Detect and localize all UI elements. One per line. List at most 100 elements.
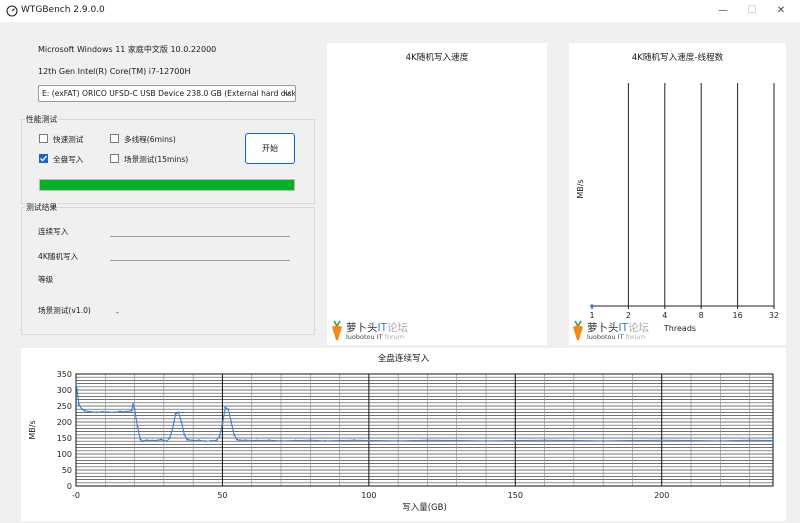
rand4k-label: 4K随机写入 — [38, 252, 79, 261]
fullwrite-data-point — [660, 439, 663, 442]
fullwrite-data-point — [514, 439, 517, 442]
threads-y-axis-label: MB/s — [576, 179, 585, 198]
scene-result-label: 场景测试(v1.0) — [38, 306, 91, 315]
scene-test-label: 场景测试(15mins) — [124, 155, 189, 164]
fullwrite-data-point — [221, 422, 224, 425]
fullwrite-data-point — [89, 410, 92, 413]
threads-x-axis-label: Threads — [663, 324, 696, 333]
fullwrite-data-point — [76, 392, 79, 395]
fullwrite-data-point — [139, 438, 142, 441]
seq-write-value — [110, 227, 290, 237]
cpu-info: 12th Gen Intel(R) Core(TM) i7-12700H — [38, 67, 191, 76]
fullwrite-data-point — [177, 411, 180, 414]
fullwrite-data-point — [80, 408, 83, 411]
close-button[interactable]: ✕ — [774, 4, 788, 18]
fullwrite-y-tick-label: 150 — [57, 434, 72, 443]
fullwrite-data-point — [130, 409, 133, 412]
fullwrite-data-point — [142, 440, 145, 443]
progress-bar — [39, 179, 295, 191]
fullwrite-y-tick-label: 250 — [57, 402, 72, 411]
carrot-icon — [332, 320, 342, 341]
fullwrite-x-tick-label: 200 — [654, 491, 669, 500]
fullwrite-x-tick-label: 150 — [508, 491, 523, 500]
fullwrite-data-point — [268, 439, 271, 442]
threads-tick-label: 8 — [699, 311, 704, 320]
fullwrite-chart-panel: 全盘连续写入 350 300 250 200 150 100 50 0 -0 50 100 150 20… — [21, 348, 786, 521]
fullwrite-data-point — [133, 408, 136, 411]
maximize-button[interactable]: ☐ — [745, 4, 759, 18]
rand4k-value — [110, 251, 290, 261]
fullwrite-x-tick-label: 50 — [217, 491, 227, 500]
fullwrite-data-point — [631, 439, 634, 442]
minimize-button[interactable]: — — [716, 4, 730, 18]
fullwrite-data-point — [171, 427, 174, 430]
drive-select[interactable]: E: (exFAT) ORICO UFSD-C USB Device 238.0… — [38, 85, 296, 102]
fullwrite-data-point — [244, 439, 247, 442]
title-bar: WTGBench 2.9.0.0 — ☐ ✕ — [0, 0, 800, 22]
fullwrite-data-point — [165, 440, 168, 443]
fullwrite-data-point — [83, 409, 86, 412]
fullwrite-data-point — [157, 439, 159, 442]
scene-result-value: - — [116, 308, 119, 317]
fullwrite-data-point — [95, 411, 98, 414]
fullwrite-x-axis-label: 写入量(GB) — [402, 503, 447, 513]
fullwrite-data-point — [162, 439, 165, 442]
threads-tick-label: 16 — [733, 311, 743, 320]
full-write-checkbox[interactable] — [39, 154, 48, 163]
watermark-sub: luobotou IT forum — [346, 333, 405, 341]
fullwrite-data-point — [323, 439, 326, 442]
fullwrite-plot-frame — [75, 373, 774, 487]
threads-tick-label: 1 — [589, 311, 594, 320]
fullwrite-data-point — [772, 439, 774, 442]
fullwrite-y-axis-label: MB/s — [28, 420, 37, 439]
fullwrite-series-line — [75, 381, 774, 442]
threads-chart: 1 2 4 8 16 32 Threads MB/s — [576, 83, 779, 333]
rand4k-chart-panel: 4K随机写入速度 萝卜头IT论坛 luobotou IT forum — [327, 43, 547, 345]
fullwrite-data-point — [227, 408, 230, 411]
fullwrite-data-point — [75, 381, 77, 383]
fullwrite-data-point — [183, 433, 186, 436]
fullwrite-data-point — [397, 439, 400, 442]
carrot-icon — [573, 320, 583, 341]
fullwrite-data-point — [101, 410, 104, 413]
fullwrite-data-point — [203, 440, 206, 443]
fullwrite-data-point — [230, 421, 233, 423]
scene-test-checkbox[interactable] — [110, 154, 119, 163]
fullwrite-data-point — [215, 439, 218, 442]
fullwrite-data-point — [198, 439, 200, 442]
fullwrite-y-tick-label: 100 — [57, 450, 72, 459]
rand4k-chart-title: 4K随机写入速度 — [405, 53, 469, 63]
perf-test-label: 性能测试 — [25, 114, 59, 125]
quick-test-checkbox[interactable] — [39, 134, 48, 143]
fullwrite-data-point — [236, 438, 239, 441]
fullwrite-data-point — [168, 437, 171, 439]
fullwrite-data-point — [145, 439, 148, 442]
fullwrite-data-point — [543, 439, 546, 442]
fullwrite-data-point — [124, 410, 127, 413]
fullwrite-data-point — [186, 438, 189, 441]
fullwrite-data-point — [174, 413, 177, 415]
fullwrite-data-point — [159, 438, 162, 441]
fullwrite-data-point — [485, 439, 487, 442]
threads-chart-panel: 4K随机写入速度-线程数 1 2 4 8 16 32 Threads MB/s 萝卜头IT论坛… — [569, 43, 786, 345]
multithread-checkbox[interactable] — [110, 134, 119, 143]
fullwrite-data-point — [192, 439, 195, 442]
fullwrite-data-point — [136, 425, 139, 428]
fullwrite-data-point — [113, 411, 116, 414]
fullwrite-y-tick-label: 350 — [57, 370, 72, 379]
quick-test-label: 快速测试 — [53, 135, 84, 144]
fullwrite-data-point — [218, 435, 221, 438]
fullwrite-y-tick-label: 50 — [62, 466, 72, 475]
start-button[interactable]: 开始 — [245, 133, 295, 164]
fullwrite-x-tick-label: -0 — [72, 491, 80, 500]
fullwrite-y-tick-label: 0 — [67, 482, 72, 491]
fullwrite-data-point — [132, 403, 135, 406]
fullwrite-y-tick-label: 200 — [57, 418, 72, 427]
os-info: Microsoft Windows 11 家庭中文版 10.0.22000 — [38, 45, 217, 54]
threads-tick-label: 2 — [626, 311, 631, 320]
progress-fill — [40, 180, 294, 190]
fullwrite-data-point — [690, 439, 692, 442]
fullwrite-data-point — [748, 439, 751, 442]
fullwrite-data-point — [338, 439, 341, 442]
fullwrite-data-point — [209, 439, 212, 442]
